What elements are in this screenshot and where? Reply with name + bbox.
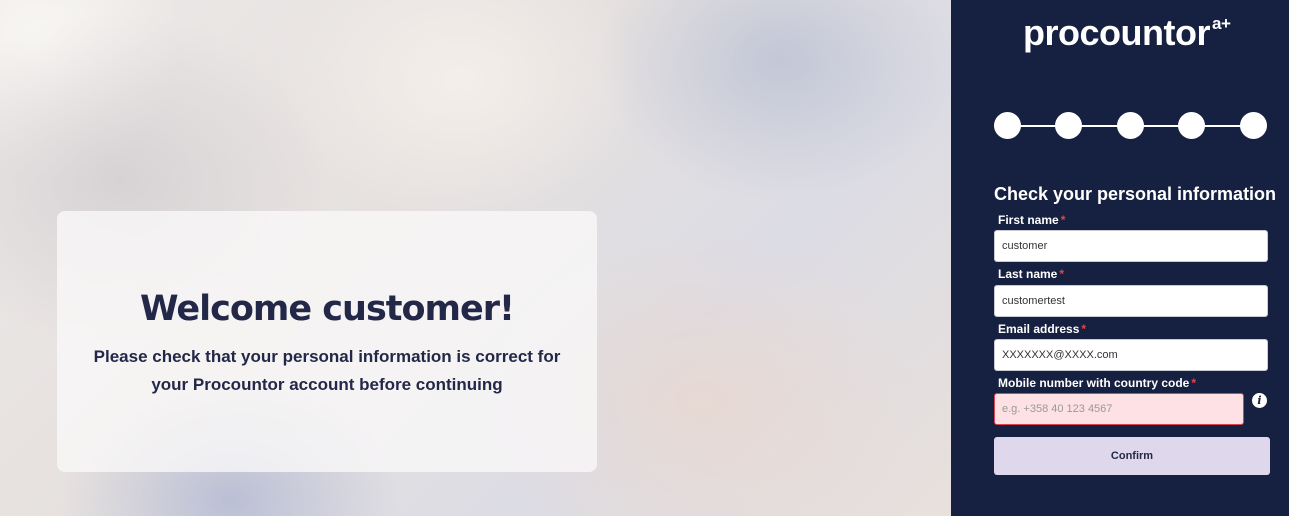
required-marker: *: [1081, 322, 1087, 336]
step-dot-3: [1117, 112, 1144, 139]
progress-stepper: [994, 112, 1268, 140]
step-dot-2: [1055, 112, 1082, 139]
step-dot-5: [1240, 112, 1267, 139]
form-title: Check your personal information: [994, 184, 1277, 204]
mobile-input[interactable]: e.g. +358 40 123 4567: [994, 393, 1244, 425]
confirm-button[interactable]: Confirm: [994, 437, 1270, 475]
welcome-card: Welcome customer! Please check that your…: [57, 211, 597, 472]
last-name-label-text: Last name: [998, 267, 1058, 281]
email-label: Email address *: [998, 322, 1086, 336]
last-name-input[interactable]: customertest: [994, 285, 1268, 317]
welcome-text: Please check that your personal informat…: [93, 347, 561, 394]
email-label-text: Email address: [998, 322, 1080, 336]
welcome-title: Welcome customer!: [140, 289, 515, 329]
required-marker: *: [1059, 267, 1065, 281]
last-name-label: Last name *: [998, 267, 1064, 281]
step-dot-4: [1178, 112, 1205, 139]
required-marker: *: [1060, 213, 1066, 227]
procountor-logo: procountor a+: [1023, 12, 1231, 54]
first-name-input[interactable]: customer: [994, 230, 1268, 262]
mobile-label: Mobile number with country code *: [998, 376, 1196, 390]
email-input[interactable]: XXXXXXX@XXXX.com: [994, 339, 1268, 371]
logo-text: procountor: [1023, 12, 1210, 53]
step-dot-1: [994, 112, 1021, 139]
required-marker: *: [1191, 376, 1197, 390]
first-name-label-text: First name: [998, 213, 1059, 227]
info-icon[interactable]: i: [1252, 393, 1267, 408]
logo-suffix: a+: [1211, 14, 1231, 33]
sidebar-panel: procountor a+ Check your personal informa…: [951, 0, 1289, 516]
mobile-label-text: Mobile number with country code: [998, 376, 1190, 390]
first-name-label: First name *: [998, 213, 1065, 227]
